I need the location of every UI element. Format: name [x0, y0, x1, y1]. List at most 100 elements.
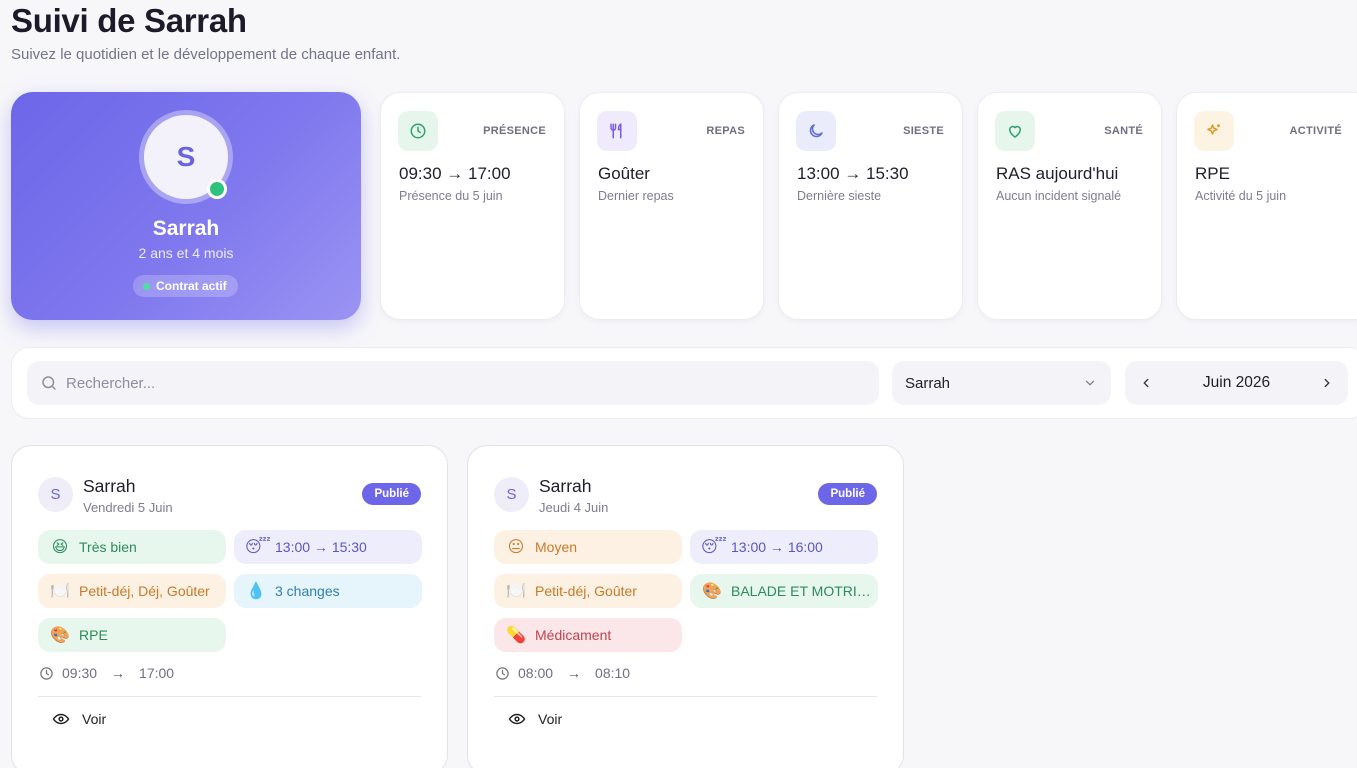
departure-time: 08:10: [595, 665, 631, 681]
view-button-label: Voir: [538, 711, 563, 727]
stat-subtitle: Dernière sieste: [797, 189, 882, 203]
status-dot: [143, 282, 150, 290]
sparkles-icon: [1194, 111, 1234, 151]
eye-icon: [508, 713, 526, 725]
sleep-icon: 😴: [701, 539, 727, 556]
search-box[interactable]: [27, 361, 879, 405]
divider: [494, 696, 877, 697]
status-badge: Publié: [818, 483, 877, 505]
stat-subtitle: Présence du 5 juin: [399, 189, 503, 203]
day-report-card[interactable]: S Sarrah Vendredi 5 Juin Publié 😆 Très b…: [11, 445, 448, 768]
chevron-right-icon: [1324, 378, 1330, 388]
report-date: Vendredi 5 Juin: [83, 500, 173, 515]
time-arrow: →: [111, 665, 126, 681]
stat-value: RAS aujourd'hui: [996, 164, 1119, 183]
child-name: Sarrah: [152, 217, 220, 240]
divider: [38, 696, 421, 697]
stat-subtitle: Activité du 5 juin: [1195, 189, 1287, 203]
chip-label: Moyen: [535, 539, 578, 555]
chip-label: RPE: [79, 627, 108, 643]
view-button[interactable]: Voir: [52, 710, 106, 728]
time-arrow: →: [567, 665, 582, 681]
chip-label: 13:00 → 15:30: [275, 539, 367, 555]
stat-subtitle: Dernier repas: [598, 189, 674, 203]
departure-time: 17:00: [139, 665, 175, 681]
page-subtitle: Suivez le quotidien et le développement …: [11, 46, 401, 63]
month-label: Juin 2026: [1202, 374, 1271, 391]
heart-icon: [995, 111, 1035, 151]
chip-label: Médicament: [535, 627, 612, 643]
sleep-icon: 😴: [245, 539, 271, 556]
month-navigator: Juin 2026: [1125, 361, 1348, 405]
stat-label: ACTIVITÉ: [1289, 125, 1342, 137]
medication-chip: 💊 Médicament: [494, 618, 682, 652]
pill-icon: 💊: [506, 627, 526, 644]
page-title: Suivi de Sarrah: [11, 2, 247, 39]
chip-label: 13:00 → 16:00: [731, 539, 823, 555]
mood-icon: 😐: [507, 539, 525, 556]
child-select-value: Sarrah: [905, 374, 951, 392]
meals-chip: 🍽️ Petit-déj, Déj, Goûter: [38, 574, 226, 608]
attendance-times: 08:00 → 08:10: [495, 665, 630, 681]
chip-label: BALADE ET MOTRICITÉ: [731, 583, 876, 599]
online-status-dot: [207, 179, 227, 199]
changes-chip: 💧 3 changes: [234, 574, 422, 608]
contract-status-badge: Contrat actif: [133, 275, 238, 297]
eye-icon: [52, 713, 70, 725]
child-name: Sarrah: [83, 476, 136, 496]
attendance-times: 09:30 → 17:00: [39, 665, 174, 681]
stat-value: Goûter: [598, 164, 650, 183]
status-badge: Publié: [362, 483, 421, 505]
stat-label: REPAS: [706, 125, 745, 137]
stat-label: PRÉSENCE: [483, 125, 546, 137]
clock-icon: [40, 666, 53, 680]
child-profile-card: S Sarrah 2 ans et 4 mois Contrat actif: [11, 92, 361, 320]
palette-icon: 🎨: [50, 627, 70, 644]
plate-icon: 🍽️: [50, 583, 70, 600]
view-button[interactable]: Voir: [508, 710, 562, 728]
stat-subtitle: Aucun incident signalé: [996, 189, 1122, 203]
contract-status-label: Contrat actif: [156, 279, 227, 293]
stat-value: 13:00 → 15:30: [797, 164, 909, 183]
droplet-icon: 💧: [246, 583, 266, 600]
chip-label: Petit-déj, Déj, Goûter: [79, 583, 210, 599]
avatar: S: [494, 477, 529, 512]
stat-card-activity: ACTIVITÉ RPE Activité du 5 juin: [1176, 92, 1357, 320]
chip-label: 3 changes: [275, 583, 340, 599]
child-age: 2 ans et 4 mois: [138, 245, 234, 261]
nap-chip: 😴 13:00 → 16:00: [690, 530, 878, 564]
utensils-icon: [597, 111, 637, 151]
palette-icon: 🎨: [702, 583, 722, 600]
report-date: Jeudi 4 Juin: [539, 500, 609, 515]
activity-chip: 🎨 RPE: [38, 618, 226, 652]
stat-card-presence: PRÉSENCE 09:30 → 17:00 Présence du 5 jui…: [380, 92, 565, 320]
day-report-card[interactable]: S Sarrah Jeudi 4 Juin Publié 😐 Moyen 😴 1…: [467, 445, 904, 768]
arrival-time: 08:00: [518, 665, 554, 681]
activity-chip: 🎨 BALADE ET MOTRICITÉ: [690, 574, 878, 608]
search-input[interactable]: [66, 374, 826, 392]
mood-chip: 😆 Très bien: [38, 530, 226, 564]
moon-icon: [796, 111, 836, 151]
stat-value: RPE: [1195, 164, 1230, 183]
nap-chip: 😴 13:00 → 15:30: [234, 530, 422, 564]
child-select[interactable]: Sarrah: [892, 361, 1111, 405]
stat-card-health: SANTÉ RAS aujourd'hui Aucun incident sig…: [977, 92, 1162, 320]
avatar: S: [38, 477, 73, 512]
chip-label: Petit-déj, Goûter: [535, 583, 637, 599]
mood-chip: 😐 Moyen: [494, 530, 682, 564]
stat-card-meals: REPAS Goûter Dernier repas: [579, 92, 764, 320]
stat-card-nap: SIESTE 13:00 → 15:30 Dernière sieste: [778, 92, 963, 320]
mood-icon: 😆: [51, 539, 69, 556]
meals-chip: 🍽️ Petit-déj, Goûter: [494, 574, 682, 608]
prev-month-button[interactable]: [1139, 376, 1153, 390]
filter-bar: Sarrah Juin 2026: [11, 347, 1357, 419]
search-icon: [42, 376, 56, 390]
chip-label: Très bien: [79, 539, 137, 555]
arrival-time: 09:30: [62, 665, 98, 681]
clock-icon: [496, 666, 509, 680]
next-month-button[interactable]: [1320, 376, 1334, 390]
clock-icon: [398, 111, 438, 151]
stat-value: 09:30 → 17:00: [399, 164, 511, 183]
stat-label: SIESTE: [903, 125, 944, 137]
chevron-down-icon: [1085, 380, 1095, 386]
